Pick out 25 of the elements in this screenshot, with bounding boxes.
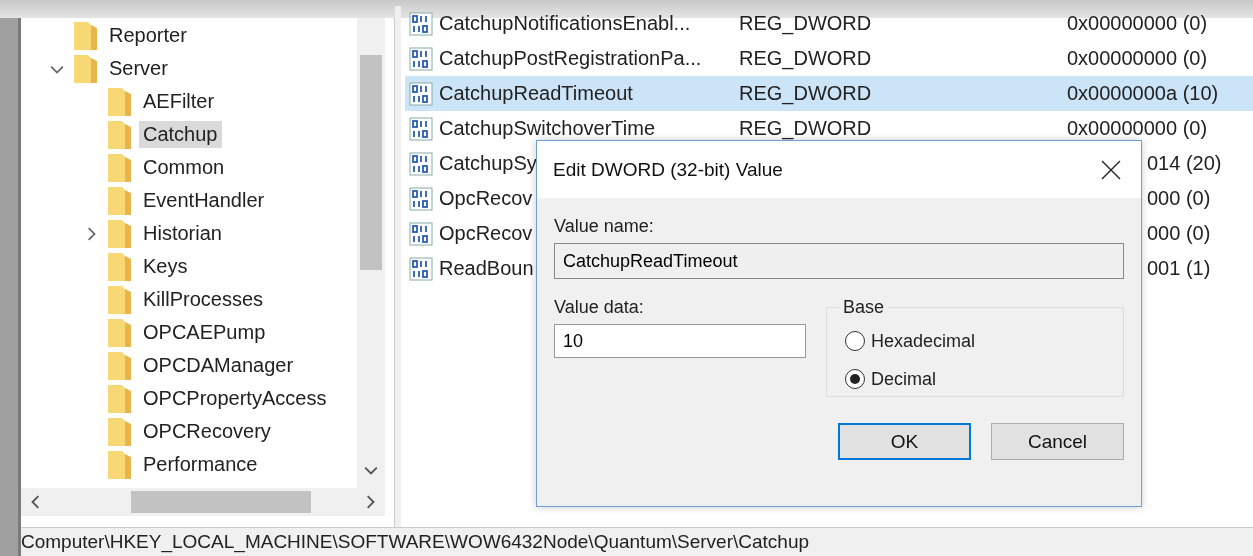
value-type: REG_DWORD xyxy=(739,12,873,35)
value-type: REG_DWORD xyxy=(739,47,873,70)
value-name: CatchupReadTimeout xyxy=(439,82,633,105)
value-data: 000 (0) xyxy=(1147,222,1211,245)
value-type: REG_DWORD xyxy=(739,117,873,140)
base-label: Base xyxy=(842,297,886,318)
status-bar: Computer\HKEY_LOCAL_MACHINE\SOFTWARE\WOW6432Node\Quantum\Server\Catchup xyxy=(21,527,1253,556)
value-name: ReadBoun xyxy=(439,257,534,280)
value-data: 0x00000000 (0) xyxy=(1067,47,1208,70)
value-data: 0x00000000 (0) xyxy=(1067,117,1208,140)
value-data: 001 (1) xyxy=(1147,257,1211,280)
value-name: OpcRecov xyxy=(439,187,533,210)
value-data: 0x00000000 (0) xyxy=(1067,12,1208,35)
value-name-label: Value name: xyxy=(554,216,655,237)
value-data: 014 (20) xyxy=(1147,152,1222,175)
value-type: REG_DWORD xyxy=(739,82,873,105)
dialog-title: Edit DWORD (32-bit) Value xyxy=(553,158,783,181)
value-data: 000 (0) xyxy=(1147,187,1211,210)
value-name: OpcRecov xyxy=(439,222,533,245)
value-name: CatchupNotificationsEnabl... xyxy=(439,12,691,35)
value-name: CatchupPostRegistrationPa... xyxy=(439,47,702,70)
value-name: CatchupSy xyxy=(439,152,537,175)
value-data: 0x0000000a (10) xyxy=(1067,82,1219,105)
value-name: CatchupSwitchoverTime xyxy=(439,117,655,140)
value-data-label: Value data: xyxy=(554,297,645,318)
